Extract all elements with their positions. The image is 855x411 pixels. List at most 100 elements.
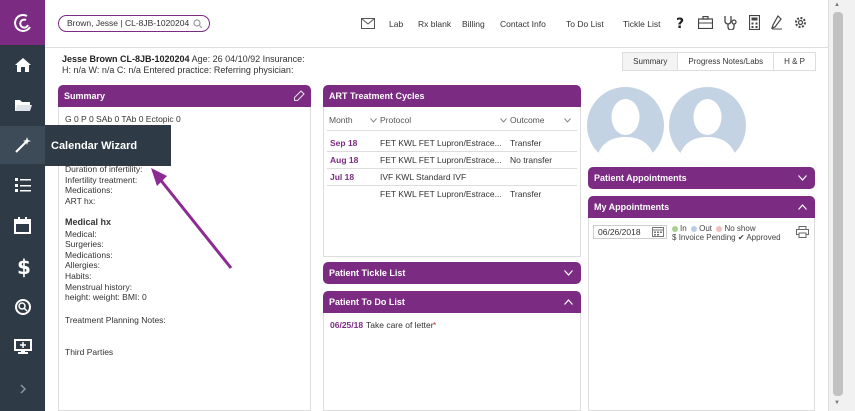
top-bar: Brown, Jesse | CL-8JB-1020204 Lab Rx bla… xyxy=(45,0,828,48)
infertility-medications: Medications: xyxy=(65,185,113,196)
summary-title: Summary xyxy=(64,91,106,101)
infertility-fields: Duration of infertility: Infertility tre… xyxy=(65,164,142,206)
home-nav[interactable] xyxy=(0,46,45,84)
rx-blank-link[interactable]: Rx blank xyxy=(418,19,451,29)
row-outcome: Transfer xyxy=(510,138,542,148)
todo-text: Take care of letter xyxy=(366,320,434,330)
edit-pencil-icon[interactable] xyxy=(294,90,305,101)
calendar-wizard-tooltip[interactable]: Calendar Wizard xyxy=(45,125,171,166)
search-circle-icon xyxy=(14,299,31,315)
billing-link[interactable]: Billing xyxy=(462,19,485,29)
stethoscope-icon[interactable] xyxy=(723,15,737,30)
todo-panel-body: 06/25/18 Take care of letter * xyxy=(323,313,581,411)
appointment-legend-line2: $ Invoice Pending ✔ Approved xyxy=(672,233,781,242)
lab-link[interactable]: Lab xyxy=(389,19,403,29)
monitor-icon xyxy=(13,339,32,354)
row-protocol: IVF KWL Standard IVF xyxy=(380,172,467,182)
divider xyxy=(327,130,577,131)
habits-field: Habits: xyxy=(65,270,92,281)
mail-icon[interactable] xyxy=(361,18,375,29)
list-nav[interactable] xyxy=(0,166,45,204)
tab-h-and-p[interactable]: H & P xyxy=(774,53,815,70)
col-month[interactable]: Month xyxy=(329,115,353,125)
appointment-legend: In Out No show xyxy=(672,224,756,233)
calendar-picker-icon[interactable] xyxy=(652,227,664,237)
chevron-down-icon[interactable] xyxy=(370,118,377,123)
help-icon[interactable]: ? xyxy=(676,16,686,30)
my-appointments-header[interactable]: My Appointments xyxy=(588,196,815,218)
divider xyxy=(327,151,577,152)
legend-approved: Approved xyxy=(746,233,781,242)
svg-text:?: ? xyxy=(676,16,684,30)
todo-title: Patient To Do List xyxy=(329,297,405,307)
row-protocol: FET KWL FET Lupron/Estrace... xyxy=(380,155,502,165)
logo-icon xyxy=(13,13,31,32)
row-protocol: FET KWL FET Lupron/Estrace... xyxy=(380,138,502,148)
row-outcome: No transfer xyxy=(510,155,553,165)
scroll-thumb[interactable] xyxy=(833,12,843,396)
chevron-down-icon[interactable] xyxy=(500,118,507,123)
svg-text:$: $ xyxy=(17,256,30,278)
chevron-up-icon[interactable] xyxy=(564,299,573,305)
art-title: ART Treatment Cycles xyxy=(329,91,425,101)
tab-progress-notes-labs[interactable]: Progress Notes/Labs xyxy=(678,53,775,70)
folder-nav[interactable] xyxy=(0,86,45,124)
contact-info-link[interactable]: Contact Info xyxy=(500,19,546,29)
todo-list-link[interactable]: To Do List xyxy=(566,19,604,29)
my-appointments-title: My Appointments xyxy=(594,202,670,212)
chevron-down-icon[interactable] xyxy=(798,175,807,181)
patient-search-input[interactable]: Brown, Jesse | CL-8JB-1020204 xyxy=(58,15,210,32)
print-icon[interactable] xyxy=(796,226,809,238)
chevron-down-icon[interactable] xyxy=(564,118,571,123)
search-icon[interactable] xyxy=(193,19,203,29)
chevron-down-icon[interactable] xyxy=(564,270,573,276)
art-panel-header: ART Treatment Cycles xyxy=(323,85,581,107)
check-icon: ✔ xyxy=(737,233,745,242)
scroll-down-arrow[interactable]: ▼ xyxy=(834,400,840,406)
person-silhouette-icon xyxy=(677,99,738,164)
in-dot xyxy=(672,226,678,232)
gear-icon[interactable] xyxy=(793,15,808,30)
no-show-dot xyxy=(716,226,723,232)
briefcase-icon[interactable] xyxy=(698,16,713,29)
chevron-right-icon xyxy=(19,384,26,394)
legend-no-show: No show xyxy=(724,224,756,233)
infertility-treatment: Infertility treatment: xyxy=(65,174,138,185)
tickle-list-panel-header[interactable]: Patient Tickle List xyxy=(323,262,581,284)
logo[interactable] xyxy=(0,0,45,45)
tickle-list-link[interactable]: Tickle List xyxy=(623,19,660,29)
row-month: Aug 18 xyxy=(330,155,359,165)
patient-appointments-header[interactable]: Patient Appointments xyxy=(588,167,815,189)
col-protocol[interactable]: Protocol xyxy=(380,115,411,125)
col-outcome[interactable]: Outcome xyxy=(510,115,545,125)
out-dot xyxy=(691,226,698,232)
medical-hx-title: Medical hx xyxy=(65,217,112,227)
person-silhouette-icon xyxy=(595,99,656,164)
patient-details: Age: 26 04/10/92 Insurance: xyxy=(189,54,305,64)
divider xyxy=(327,185,577,186)
appointment-date-value: 06/26/2018 xyxy=(598,227,641,237)
todo-panel-header[interactable]: Patient To Do List xyxy=(323,291,581,313)
chevron-up-icon[interactable] xyxy=(798,204,807,210)
calendar-nav[interactable] xyxy=(0,206,45,244)
legend-out: Out xyxy=(699,224,713,233)
monitor-nav[interactable] xyxy=(0,328,45,366)
page-scrollbar[interactable]: ▲ ▼ xyxy=(828,0,855,411)
tab-summary[interactable]: Summary xyxy=(623,53,679,70)
expand-nav[interactable] xyxy=(0,370,45,408)
search-nav[interactable] xyxy=(0,288,45,326)
scroll-up-arrow[interactable]: ▲ xyxy=(834,2,840,8)
search-value: Brown, Jesse | CL-8JB-1020204 xyxy=(67,18,190,28)
calculator-icon[interactable] xyxy=(749,15,760,30)
divider xyxy=(327,168,577,169)
patient-header: Jesse Brown CL-8JB-1020204 Age: 26 04/10… xyxy=(45,48,828,84)
my-appointments-body xyxy=(588,218,815,411)
pen-icon[interactable] xyxy=(771,15,783,30)
medical-field: Medical: xyxy=(65,228,97,239)
dollar-icon: $ xyxy=(17,256,30,278)
calendar-wizard-nav[interactable] xyxy=(0,126,45,164)
avatar xyxy=(669,87,746,164)
billing-nav[interactable]: $ xyxy=(0,248,45,286)
art-panel-body: Month Protocol Outcome Sep 18 FET KWL FE… xyxy=(323,107,581,257)
appointment-date-input[interactable]: 06/26/2018 xyxy=(593,225,667,239)
